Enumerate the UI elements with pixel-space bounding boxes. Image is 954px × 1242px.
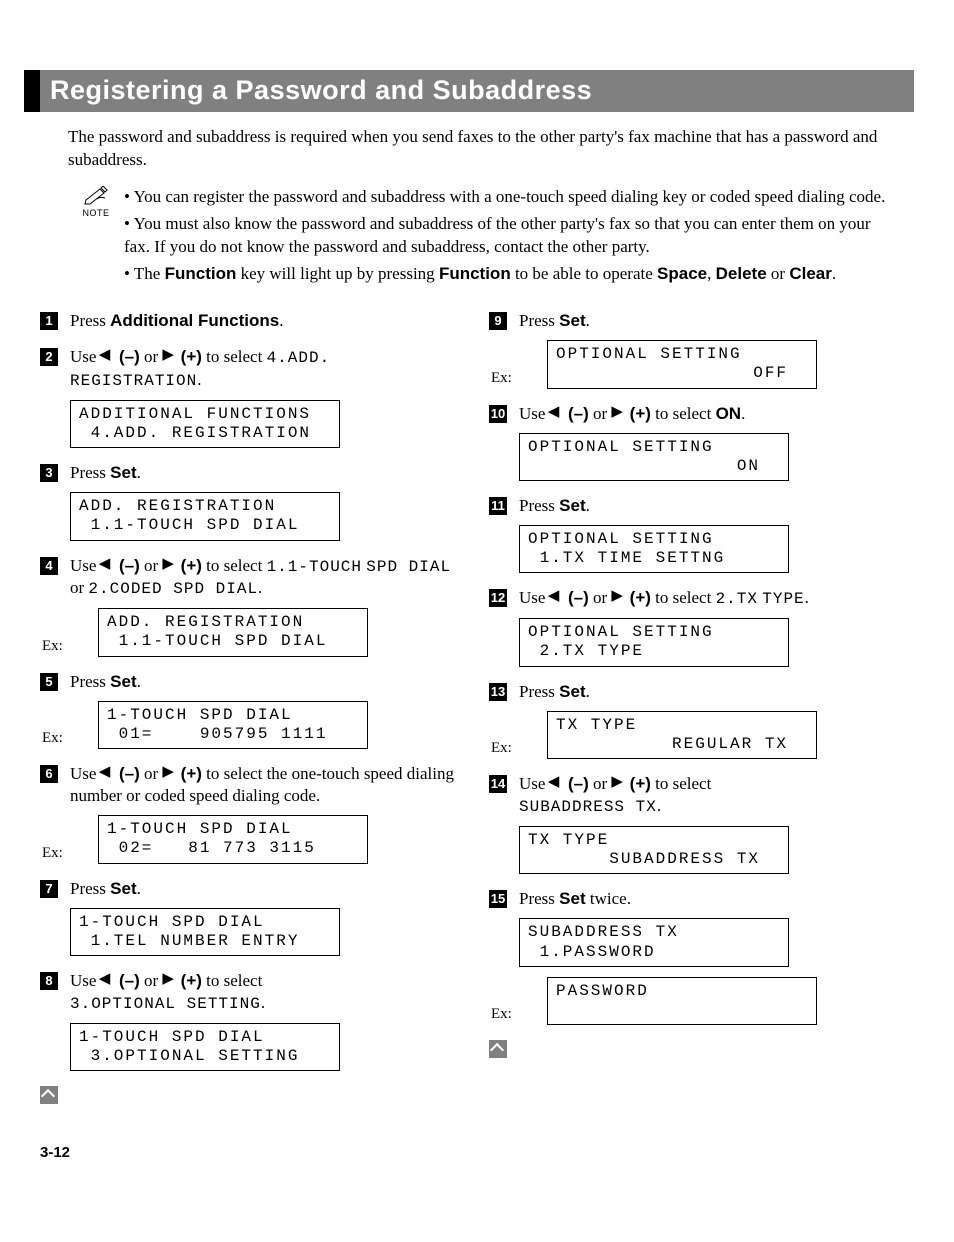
right-arrow-icon bbox=[162, 974, 176, 988]
step-13: 13 Press Set. Ex: TX TYPE REGULAR TX bbox=[489, 681, 914, 759]
intro-text: The password and subaddress is required … bbox=[68, 126, 888, 172]
note-block: NOTE You can register the password and s… bbox=[68, 186, 888, 290]
step-number: 3 bbox=[40, 464, 58, 482]
step-number: 11 bbox=[489, 497, 507, 515]
note-item: The Function key will light up by pressi… bbox=[124, 263, 888, 286]
page-number: 3-12 bbox=[40, 1144, 914, 1161]
right-arrow-icon bbox=[162, 350, 176, 364]
step-9: 9 Press Set. Ex: OPTIONAL SETTING OFF bbox=[489, 310, 914, 388]
step-11: 11 Press Set. OPTIONAL SETTING 1.TX TIME… bbox=[489, 495, 914, 573]
left-arrow-icon bbox=[550, 407, 564, 421]
lcd-display: 1-TOUCH SPD DIAL 1.TEL NUMBER ENTRY bbox=[70, 908, 340, 956]
lcd-display: PASSWORD bbox=[547, 977, 817, 1025]
note-label: NOTE bbox=[68, 208, 124, 218]
lcd-display: TX TYPE SUBADDRESS TX bbox=[519, 826, 789, 874]
note-item: You can register the password and subadd… bbox=[124, 186, 888, 209]
step-1: 1 Press Additional Functions. bbox=[40, 310, 465, 332]
lcd-display: OPTIONAL SETTING ON bbox=[519, 433, 789, 481]
lcd-display: SUBADDRESS TX 1.PASSWORD bbox=[519, 918, 789, 966]
right-arrow-icon bbox=[611, 407, 625, 421]
lcd-display: ADD. REGISTRATION 1.1-TOUCH SPD DIAL bbox=[70, 492, 340, 540]
step-number: 15 bbox=[489, 890, 507, 908]
left-arrow-icon bbox=[101, 559, 115, 573]
left-arrow-icon bbox=[101, 974, 115, 988]
right-arrow-icon bbox=[162, 559, 176, 573]
lcd-display: ADD. REGISTRATION 1.1-TOUCH SPD DIAL bbox=[98, 608, 368, 656]
right-arrow-icon bbox=[162, 767, 176, 781]
step-number: 13 bbox=[489, 683, 507, 701]
lcd-display: 1-TOUCH SPD DIAL 3.OPTIONAL SETTING bbox=[70, 1023, 340, 1071]
section-title: Registering a Password and Subaddress bbox=[40, 70, 914, 112]
step-number: 9 bbox=[489, 312, 507, 330]
right-column: 9 Press Set. Ex: OPTIONAL SETTING OFF 10… bbox=[489, 310, 914, 1104]
step-number: 5 bbox=[40, 673, 58, 691]
step-6: 6 Use (–) or (+) to select the one-touch… bbox=[40, 763, 465, 864]
lcd-display: ADDITIONAL FUNCTIONS 4.ADD. REGISTRATION bbox=[70, 400, 340, 448]
example-label: Ex: bbox=[491, 740, 512, 757]
step-number: 12 bbox=[489, 589, 507, 607]
lcd-display: OPTIONAL SETTING OFF bbox=[547, 340, 817, 388]
left-column: 1 Press Additional Functions. 2 Use (–) … bbox=[40, 310, 465, 1104]
example-label: Ex: bbox=[42, 845, 63, 862]
lcd-display: 1-TOUCH SPD DIAL 01= 905795 1111 bbox=[98, 701, 368, 749]
step-7: 7 Press Set. 1-TOUCH SPD DIAL 1.TEL NUMB… bbox=[40, 878, 465, 956]
step-5: 5 Press Set. Ex: 1-TOUCH SPD DIAL 01= 90… bbox=[40, 671, 465, 749]
lcd-display: OPTIONAL SETTING 2.TX TYPE bbox=[519, 618, 789, 666]
note-icon bbox=[68, 186, 124, 206]
step-number: 4 bbox=[40, 557, 58, 575]
left-arrow-icon bbox=[101, 767, 115, 781]
step-number: 1 bbox=[40, 312, 58, 330]
step-10: 10 Use (–) or (+) to select ON. OPTIONAL… bbox=[489, 403, 914, 481]
right-arrow-icon bbox=[611, 591, 625, 605]
right-arrow-icon bbox=[611, 777, 625, 791]
left-arrow-icon bbox=[550, 591, 564, 605]
continue-icon bbox=[489, 1040, 507, 1058]
continue-icon bbox=[40, 1086, 58, 1104]
step-12: 12 Use (–) or (+) to select 2.TX TYPE. O… bbox=[489, 587, 914, 666]
step-14: 14 Use (–) or (+) to selectSUBADDRESS TX… bbox=[489, 773, 914, 874]
lcd-display: TX TYPE REGULAR TX bbox=[547, 711, 817, 759]
step-number: 7 bbox=[40, 880, 58, 898]
step-number: 14 bbox=[489, 775, 507, 793]
example-label: Ex: bbox=[491, 370, 512, 387]
step-3: 3 Press Set. ADD. REGISTRATION 1.1-TOUCH… bbox=[40, 462, 465, 540]
step-number: 6 bbox=[40, 765, 58, 783]
step-8: 8 Use (–) or (+) to select3.OPTIONAL SET… bbox=[40, 970, 465, 1071]
left-arrow-icon bbox=[101, 350, 115, 364]
step-4: 4 Use (–) or (+) to select 1.1-TOUCH SPD… bbox=[40, 555, 465, 657]
step-number: 10 bbox=[489, 405, 507, 423]
step-15: 15 Press Set twice. SUBADDRESS TX 1.PASS… bbox=[489, 888, 914, 1025]
step-number: 8 bbox=[40, 972, 58, 990]
lcd-display: OPTIONAL SETTING 1.TX TIME SETTNG bbox=[519, 525, 789, 573]
example-label: Ex: bbox=[491, 1006, 512, 1023]
note-item: You must also know the password and suba… bbox=[124, 213, 888, 259]
example-label: Ex: bbox=[42, 638, 63, 655]
step-2: 2 Use (–) or (+) to select 4.ADD. REGIST… bbox=[40, 346, 465, 448]
step-number: 2 bbox=[40, 348, 58, 366]
lcd-display: 1-TOUCH SPD DIAL 02= 81 773 3115 bbox=[98, 815, 368, 863]
example-label: Ex: bbox=[42, 730, 63, 747]
left-arrow-icon bbox=[550, 777, 564, 791]
